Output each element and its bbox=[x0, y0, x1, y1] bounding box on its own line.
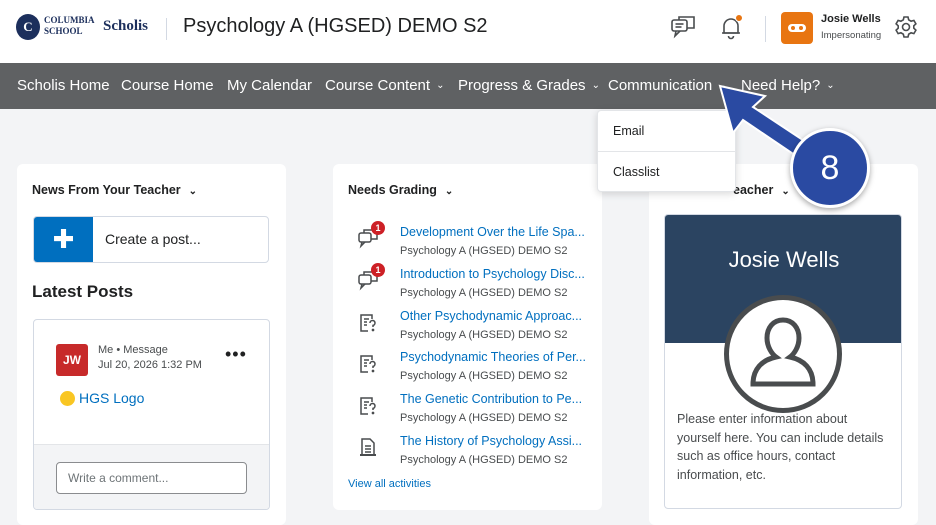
needs-grading-title[interactable]: Needs Grading ⌄ bbox=[348, 183, 453, 197]
grading-item[interactable]: 1 Introduction to Psychology Disc... Psy… bbox=[353, 263, 593, 309]
nav-label: Communication bbox=[608, 77, 713, 94]
widget-title-text: News From Your Teacher bbox=[32, 183, 181, 197]
quiz-icon bbox=[360, 397, 376, 415]
nav-label: Course Home bbox=[121, 77, 214, 94]
grading-item[interactable]: 1 Development Over the Life Spa... Psych… bbox=[353, 221, 593, 267]
chevron-down-icon: ⌄ bbox=[188, 186, 198, 197]
nav-progress-grades[interactable]: Progress & Grades ⌄ bbox=[458, 77, 600, 94]
teacher-name: Josie Wells bbox=[728, 247, 840, 272]
grading-item-course: Psychology A (HGSED) DEMO S2 bbox=[400, 370, 568, 382]
quiz-icon bbox=[360, 314, 376, 332]
nav-label: Scholis Home bbox=[17, 77, 110, 94]
post-card: JW Me • Message Jul 20, 2026 1:32 PM •••… bbox=[33, 319, 270, 510]
nav-communication[interactable]: Communication ⌄ bbox=[608, 77, 727, 94]
nav-label: Need Help? bbox=[741, 77, 821, 94]
grading-item-title[interactable]: Psychodynamic Theories of Per... bbox=[400, 350, 588, 364]
nav-course-home[interactable]: Course Home bbox=[121, 77, 214, 94]
comment-input[interactable]: Write a comment... bbox=[56, 462, 247, 494]
post-date: Jul 20, 2026 1:32 PM bbox=[98, 359, 202, 371]
author-avatar: JW bbox=[56, 344, 88, 376]
create-post-label: Create a post... bbox=[105, 231, 201, 247]
grading-item-title[interactable]: Introduction to Psychology Disc... bbox=[400, 267, 588, 281]
grading-item-course: Psychology A (HGSED) DEMO S2 bbox=[400, 412, 568, 424]
chevron-down-icon: ⌄ bbox=[718, 80, 727, 91]
chevron-down-icon: ⌄ bbox=[826, 80, 835, 91]
chat-icon[interactable] bbox=[670, 14, 696, 42]
grading-item-title[interactable]: The History of Psychology Assi... bbox=[400, 434, 588, 448]
grading-item-course: Psychology A (HGSED) DEMO S2 bbox=[400, 329, 568, 341]
user-role: Impersonating bbox=[821, 30, 882, 41]
smiley-icon bbox=[60, 391, 75, 406]
nav-my-calendar[interactable]: My Calendar bbox=[227, 77, 312, 94]
more-options-icon[interactable]: ••• bbox=[225, 344, 247, 365]
grading-item[interactable]: The History of Psychology Assi... Psycho… bbox=[353, 434, 593, 476]
top-header: C COLUMBIA SCHOOL Scholis Psychology A (… bbox=[0, 0, 936, 63]
gear-icon[interactable] bbox=[893, 14, 919, 42]
teacher-description: Please enter information about yourself … bbox=[677, 412, 884, 482]
step-number-badge: 8 bbox=[790, 128, 870, 208]
grading-item-title[interactable]: Other Psychodynamic Approac... bbox=[400, 309, 588, 323]
user-silhouette-icon bbox=[750, 317, 816, 387]
unread-badge: 1 bbox=[371, 221, 385, 235]
nav-need-help[interactable]: Need Help? ⌄ bbox=[741, 77, 835, 94]
grading-item-course: Psychology A (HGSED) DEMO S2 bbox=[400, 287, 568, 299]
course-title[interactable]: Psychology A (HGSED) DEMO S2 bbox=[183, 15, 488, 38]
profile-avatar bbox=[724, 295, 842, 413]
plus-icon: ✚ bbox=[34, 217, 93, 262]
chevron-down-icon: ⌄ bbox=[591, 80, 600, 91]
view-all-activities-link[interactable]: View all activities bbox=[348, 478, 431, 490]
nav-scholis-home[interactable]: Scholis Home bbox=[17, 77, 110, 94]
logo-school-text: COLUMBIA SCHOOL bbox=[44, 15, 95, 36]
grading-item[interactable]: Other Psychodynamic Approac... Psycholog… bbox=[353, 309, 593, 351]
nav-label: My Calendar bbox=[227, 77, 313, 94]
notification-dot bbox=[735, 14, 743, 22]
header-divider bbox=[166, 18, 167, 40]
user-avatar[interactable] bbox=[781, 12, 813, 44]
chevron-down-icon: ⌄ bbox=[781, 186, 790, 197]
assignment-icon bbox=[360, 438, 376, 456]
grading-item-course: Psychology A (HGSED) DEMO S2 bbox=[400, 454, 568, 466]
nav-course-content[interactable]: Course Content ⌄ bbox=[325, 77, 444, 94]
widget-title-text: Needs Grading bbox=[348, 183, 437, 197]
quiz-icon bbox=[360, 355, 376, 373]
post-author: Me • Message bbox=[98, 344, 168, 356]
news-widget-title[interactable]: News From Your Teacher ⌄ bbox=[32, 183, 197, 197]
school-logo[interactable]: C COLUMBIA SCHOOL Scholis bbox=[16, 12, 150, 42]
grading-item-title[interactable]: Development Over the Life Spa... bbox=[400, 225, 588, 239]
menu-item-email[interactable]: Email bbox=[598, 111, 735, 151]
chevron-down-icon: ⌄ bbox=[436, 80, 445, 91]
unread-badge: 1 bbox=[371, 263, 385, 277]
grading-item-course: Psychology A (HGSED) DEMO S2 bbox=[400, 245, 568, 257]
create-post-button[interactable]: ✚ Create a post... bbox=[33, 216, 269, 263]
crest-icon: C bbox=[16, 14, 40, 40]
post-link[interactable]: HGS Logo bbox=[79, 390, 144, 406]
chevron-down-icon: ⌄ bbox=[444, 186, 454, 197]
latest-posts-heading: Latest Posts bbox=[32, 282, 134, 301]
comment-area: Write a comment... bbox=[34, 444, 269, 509]
widget-title-text: eacher bbox=[733, 183, 774, 197]
grading-item[interactable]: Psychodynamic Theories of Per... Psychol… bbox=[353, 350, 593, 392]
teacher-profile-card: Josie Wells Please enter information abo… bbox=[664, 214, 902, 509]
user-name[interactable]: Josie Wells bbox=[821, 13, 881, 25]
grading-item-title[interactable]: The Genetic Contribution to Pe... bbox=[400, 392, 588, 406]
logo-brand-text: Scholis bbox=[103, 18, 149, 34]
communication-dropdown: Email Classlist bbox=[597, 110, 736, 192]
mask-icon bbox=[788, 24, 806, 32]
bell-icon[interactable] bbox=[718, 14, 744, 42]
course-navbar: Scholis Home Course Home My Calendar Cou… bbox=[0, 63, 936, 109]
header-divider-2 bbox=[765, 16, 766, 42]
grading-item[interactable]: The Genetic Contribution to Pe... Psycho… bbox=[353, 392, 593, 434]
menu-item-classlist[interactable]: Classlist bbox=[598, 151, 735, 191]
teacher-widget-title[interactable]: eacher ⌄ bbox=[733, 183, 790, 197]
nav-label: Progress & Grades bbox=[458, 77, 586, 94]
nav-label: Course Content bbox=[325, 77, 431, 94]
